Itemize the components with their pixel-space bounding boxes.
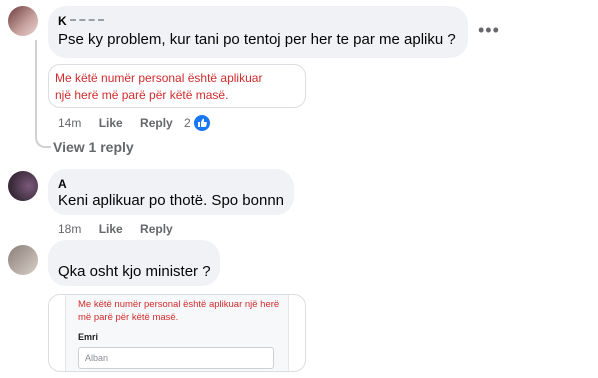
- like-button[interactable]: Like: [99, 222, 123, 236]
- comment-attachment-image[interactable]: Me këtë numër personal është aplikuar nj…: [48, 294, 306, 372]
- comment-attachment-image[interactable]: Me këtë numër personal është aplikuar nj…: [48, 64, 306, 108]
- comment-meta: 18m Like Reply: [58, 222, 173, 236]
- name-field: Alban: [78, 347, 274, 369]
- reaction-count[interactable]: 2: [184, 116, 191, 130]
- field-value: Alban: [85, 353, 109, 363]
- comment-text: Pse ky problem, kur tani po tentoj per h…: [58, 31, 456, 48]
- comment-text: Qka osht kjo minister ?: [58, 263, 211, 280]
- comment-meta: 14m Like Reply: [58, 116, 173, 130]
- screenshot-panel: Me këtë numër personal është aplikuar nj…: [65, 295, 289, 371]
- comment-time: 18m: [58, 222, 82, 236]
- view-replies-link[interactable]: View 1 reply: [53, 139, 134, 155]
- reply-button[interactable]: Reply: [140, 116, 173, 130]
- more-options-icon[interactable]: •••: [478, 20, 500, 41]
- like-button[interactable]: Like: [99, 116, 123, 130]
- comment-author[interactable]: A: [58, 177, 67, 191]
- attachment-error-text: Me këtë numër personal është aplikuar nj…: [55, 71, 263, 102]
- comment-time: 14m: [58, 116, 82, 130]
- like-reaction-icon[interactable]: [193, 114, 211, 132]
- avatar[interactable]: [8, 245, 38, 275]
- comment-author[interactable]: K: [58, 14, 67, 28]
- reply-button[interactable]: Reply: [140, 222, 173, 236]
- field-label: Emri: [78, 332, 99, 342]
- screenshot-error-text: Me këtë numër personal është aplikuar nj…: [78, 299, 280, 323]
- avatar[interactable]: [8, 171, 38, 201]
- avatar[interactable]: [8, 6, 38, 36]
- redacted-name: [70, 19, 104, 24]
- comment-text: Keni aplikuar po thotë. Spo bonnn: [58, 192, 285, 209]
